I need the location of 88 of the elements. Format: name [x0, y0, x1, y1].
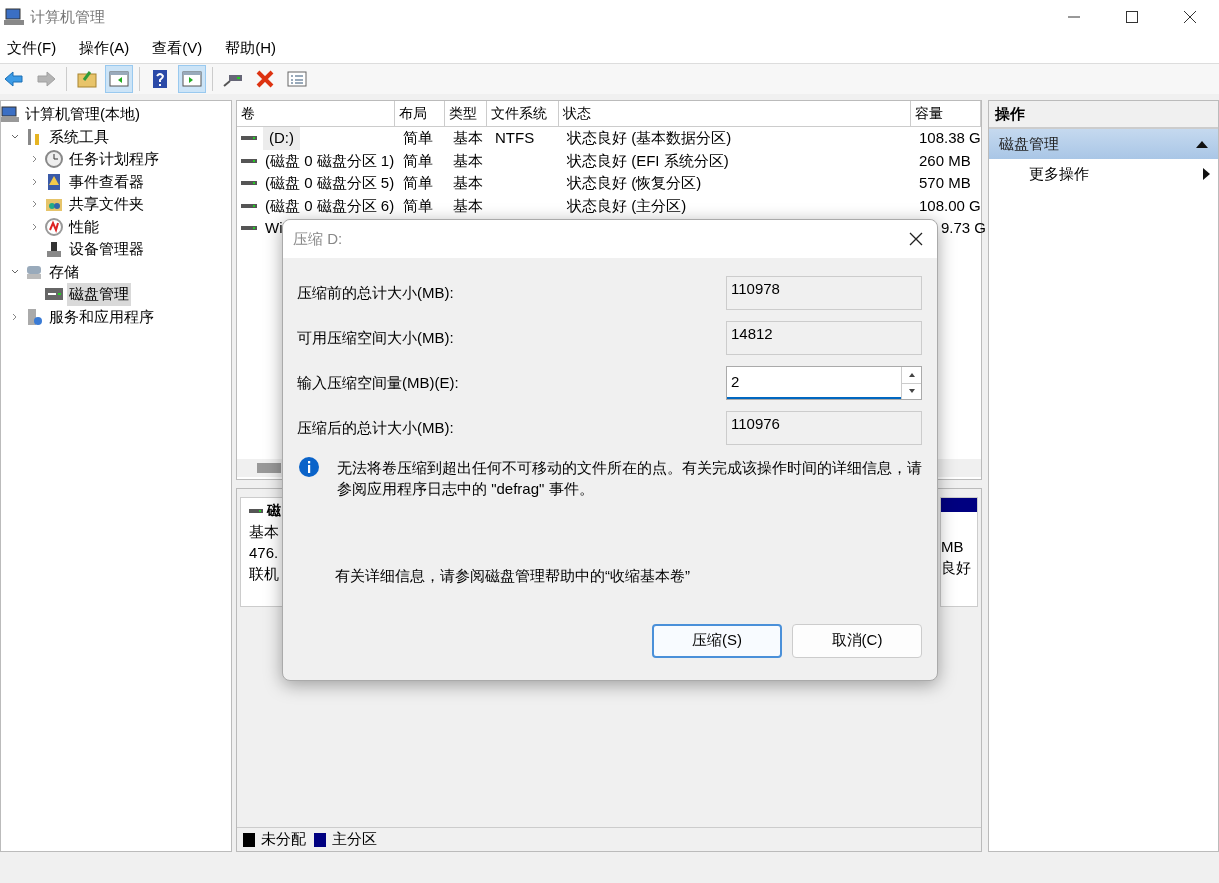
table-cell-text: 简单 [403, 173, 433, 193]
table-cell[interactable]: (磁盘 0 磁盘分区 1) [263, 149, 395, 172]
menu-item[interactable]: 帮助(H) [220, 37, 281, 60]
table-cell[interactable]: (磁盘 0 磁盘分区 6) [263, 194, 395, 217]
partition-status: 良好 [941, 558, 972, 578]
spin-field[interactable]: 2 [726, 366, 922, 400]
readonly-field[interactable]: 110976 [726, 411, 922, 445]
help-message: 有关详细信息，请参阅磁盘管理帮助中的“收缩基本卷” [334, 566, 691, 586]
server-icon [25, 307, 43, 326]
table-cell-text: 570 MB [919, 173, 971, 193]
dialog-title: 压缩 D: [293, 228, 343, 249]
back-arrow-icon[interactable] [3, 68, 25, 90]
field-label: 可用压缩空间大小(MB): [297, 327, 454, 348]
dialog-button[interactable]: 取消(C) [792, 623, 922, 658]
tree-item[interactable]: 系统工具 [47, 125, 111, 148]
disk-info: 联机 [249, 564, 279, 584]
table-cell-text: 简单 [403, 150, 433, 171]
readonly-field[interactable]: 14812 [726, 321, 922, 355]
table-cell-text: 108.38 G [919, 128, 981, 148]
tree-item[interactable]: 磁盘管理 [67, 283, 131, 306]
partition-size: MB [941, 537, 965, 557]
table-cell[interactable]: (磁盘 0 磁盘分区 5) [263, 172, 395, 195]
table-cell-text: 状态良好 (主分区) [567, 195, 687, 216]
menu-item[interactable]: 操作(A) [74, 37, 135, 60]
table-cell-text: 基本 [453, 128, 483, 148]
disk-name: 磁 [267, 501, 281, 520]
scrollbar-thumb[interactable] [257, 463, 281, 473]
log-book-icon [45, 172, 63, 191]
readonly-field[interactable]: 110978 [726, 276, 922, 310]
submenu-arrow-icon[interactable] [1203, 168, 1210, 180]
partition-header-bar [941, 498, 977, 512]
gauge-icon [45, 217, 63, 236]
tree-item[interactable]: 性能 [67, 215, 101, 238]
info-message: 无法将卷压缩到超出任何不可移动的文件所在的点。有关完成该操作时间的详细信息，请参阅应用程序日志中的 "defrag" 事件。 [337, 458, 922, 499]
table-cell-text: 基本 [453, 195, 483, 216]
table-cell-text: 基本 [453, 150, 483, 171]
menu-item[interactable]: 查看(V) [147, 37, 208, 60]
table-cell-text: 108.00 G [919, 195, 981, 216]
dialog-button[interactable]: 压缩(S) [652, 623, 782, 658]
field-label: 压缩前的总计大小(MB): [297, 282, 454, 303]
action-section[interactable]: 磁盘管理 [989, 129, 1218, 159]
partition-block[interactable]: MB 良好 [940, 497, 978, 607]
table-cell[interactable]: Wi [263, 217, 285, 240]
field-label: 输入压缩空间量(MB)(E): [297, 372, 459, 393]
field-label: 压缩后的总计大小(MB): [297, 417, 454, 438]
table-cell-text: 简单 [403, 128, 433, 148]
close-icon[interactable] [1182, 9, 1198, 25]
legend-label: 主分区 [332, 829, 377, 850]
table-cell-text: 状态良好 (恢复分区) [567, 173, 702, 193]
collapse-arrow-icon[interactable] [1196, 140, 1208, 148]
tree-item[interactable]: 事件查看器 [67, 170, 146, 193]
maximize-icon[interactable] [1124, 9, 1140, 25]
table-cell-text: 9.73 G [941, 218, 987, 238]
computer-icon [1, 105, 19, 124]
table-cell-text: 260 MB [919, 150, 971, 171]
table-cell-text: NTFS [495, 128, 535, 148]
tree-item[interactable]: 计算机管理(本地) [23, 103, 142, 126]
tree-item[interactable]: 存储 [47, 260, 81, 283]
panel-icon[interactable] [181, 68, 203, 90]
table-cell-text: 基本 [453, 173, 483, 193]
tree-item[interactable]: 设备管理器 [67, 238, 146, 261]
disk-info: 基本 [249, 522, 279, 542]
tree-item[interactable]: 服务和应用程序 [47, 305, 156, 328]
close-icon[interactable] [909, 232, 923, 246]
spin-up-icon[interactable] [908, 372, 915, 377]
action-item[interactable]: 更多操作 [1029, 162, 1089, 186]
menu-item[interactable]: 文件(F) [2, 37, 62, 60]
table-cell-text: 简单 [403, 195, 433, 216]
table-cell-text: 状态良好 (基本数据分区) [567, 128, 732, 148]
spin-down-icon[interactable] [908, 389, 915, 394]
folder-icon[interactable] [76, 68, 98, 90]
panel-icon[interactable] [108, 68, 130, 90]
device-icon [45, 240, 63, 259]
column-header[interactable]: 状态 [559, 101, 911, 126]
disk-info: 476. [249, 543, 279, 563]
delete-icon[interactable] [254, 68, 276, 90]
computer-icon [4, 7, 24, 27]
clock-icon [45, 150, 63, 169]
tree-item[interactable]: 共享文件夹 [67, 193, 146, 216]
info-icon [299, 457, 319, 477]
table-cell[interactable]: (D:) [263, 127, 300, 150]
tree-item[interactable]: 任务计划程序 [67, 148, 161, 171]
pane-title: 操作 [989, 101, 1218, 129]
section-label: 磁盘管理 [999, 133, 1059, 154]
properties-icon[interactable] [286, 68, 308, 90]
legend-label: 未分配 [261, 829, 306, 850]
window-title: 计算机管理 [30, 6, 105, 27]
table-cell-text: 状态良好 (EFI 系统分区) [567, 150, 729, 171]
